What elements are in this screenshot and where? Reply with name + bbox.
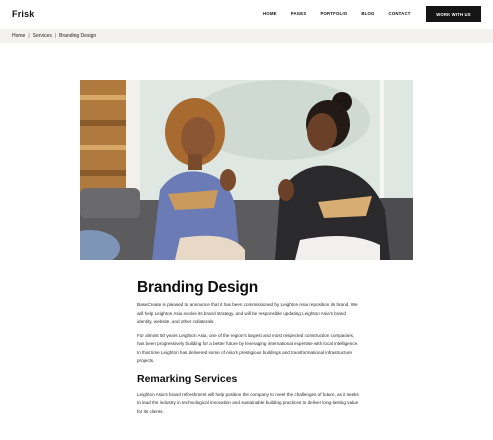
breadcrumb-services[interactable]: Services	[33, 33, 52, 39]
article: Branding Design BaseCreate is pleased to…	[137, 278, 359, 416]
page-title: Branding Design	[137, 279, 259, 296]
section-paragraph: Leighton Asia's brand refreshment will h…	[137, 391, 359, 414]
section-heading: Remarking Services	[137, 372, 238, 385]
site-header: Frisk HOME PAGES PORTFOLIO BLOG CONTACT …	[0, 0, 493, 29]
article-paragraph: BaseCreate is pleased to announce that i…	[137, 302, 358, 325]
nav-pages[interactable]: PAGES	[291, 11, 307, 16]
hero-image	[80, 80, 413, 260]
main-nav: HOME PAGES PORTFOLIO BLOG CONTACT	[263, 11, 425, 16]
breadcrumb: Home | Services | Branding Design	[12, 33, 96, 39]
article-paragraph: For almost 50 years Leighton Asia, one o…	[137, 332, 359, 364]
nav-blog[interactable]: BLOG	[361, 11, 374, 16]
breadcrumb-current: Branding Design	[59, 33, 97, 39]
hero-photo-illustration	[80, 80, 413, 260]
breadcrumb-bar: Home | Services | Branding Design	[0, 29, 493, 43]
nav-home[interactable]: HOME	[263, 11, 277, 16]
nav-portfolio[interactable]: PORTFOLIO	[320, 11, 347, 16]
nav-contact[interactable]: CONTACT	[389, 11, 411, 16]
breadcrumb-separator: |	[28, 33, 30, 39]
breadcrumb-home[interactable]: Home	[12, 33, 25, 39]
work-with-us-button[interactable]: WORK WITH US	[426, 6, 481, 22]
breadcrumb-separator: |	[54, 33, 57, 39]
logo[interactable]: Frisk	[12, 9, 35, 19]
